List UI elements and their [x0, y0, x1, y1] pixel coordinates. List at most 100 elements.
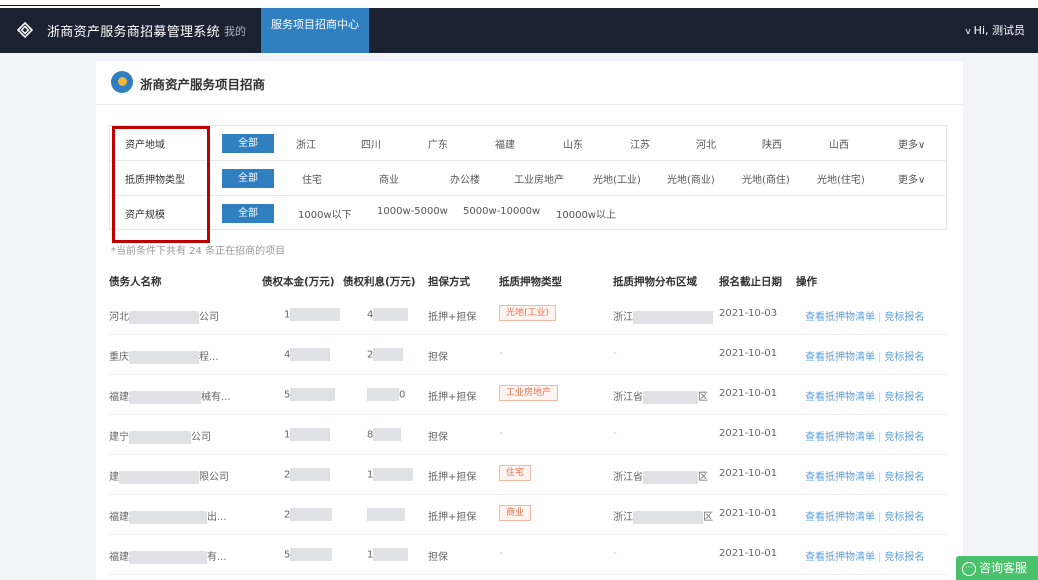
- filter-more-region[interactable]: 更多∨: [898, 136, 925, 151]
- filter-option[interactable]: 广东: [428, 136, 448, 151]
- table-row: 建限公司 2 1 抵押+担保 住宅 浙江省区 2021-10-01 查看抵押物清…: [109, 455, 947, 495]
- filter-option[interactable]: 光地(住宅): [817, 171, 865, 186]
- bid-signup-link[interactable]: 竞标报名: [884, 552, 924, 563]
- customer-service-label: 咨询客服: [979, 561, 1028, 575]
- principal: 1: [284, 428, 331, 441]
- collateral-type: -: [499, 428, 503, 439]
- debtor-name: 建宁 公司: [109, 430, 211, 444]
- region: 浙江区: [613, 510, 713, 524]
- region: -: [613, 548, 617, 559]
- interest: 0: [367, 388, 405, 401]
- filter-option[interactable]: 工业房地产: [514, 171, 564, 186]
- deadline: 2021-10-01: [719, 348, 778, 359]
- filter-row-collateral: 抵质押物类型 全部 住宅 商业 办公楼 工业房地产 光地(工业) 光地(商业) …: [110, 161, 946, 196]
- table-header-cell: 报名截止日期: [719, 276, 782, 288]
- view-collateral-link[interactable]: 查看抵押物清单: [805, 512, 875, 523]
- filter-collateral-all[interactable]: 全部: [222, 169, 274, 188]
- nav-service-center-label: 服务项目招商中心: [271, 18, 359, 31]
- bid-signup-link[interactable]: 竞标报名: [884, 472, 924, 483]
- view-collateral-link[interactable]: 查看抵押物清单: [805, 472, 875, 483]
- region: 浙江: [613, 308, 713, 324]
- bid-signup-link[interactable]: 竞标报名: [884, 312, 924, 323]
- debtor-name: 福建 出...: [109, 510, 227, 524]
- table-row: 福建 械有... 5 0 抵押+担保 工业房地产 浙江省区 2021-10-01 …: [109, 375, 947, 415]
- collateral-type: -: [499, 348, 503, 359]
- row-actions: 查看抵押物清单 | 竞标报名: [805, 472, 925, 483]
- collateral-type: -: [499, 548, 503, 559]
- table-header-cell: 抵质押物分布区域: [613, 276, 697, 288]
- filter-option[interactable]: 山东: [563, 136, 583, 151]
- filter-option[interactable]: 四川: [361, 136, 381, 151]
- row-actions: 查看抵押物清单 | 竞标报名: [805, 392, 925, 403]
- table-row: 建宁 公司 1 8 担保 - - 2021-10-01 查看抵押物清单 | 竞标报名: [109, 415, 947, 455]
- view-collateral-link[interactable]: 查看抵押物清单: [805, 352, 875, 363]
- table-row: 重庆 程... 4 2 担保 - - 2021-10-01 查看抵押物清单 | 竞标报…: [109, 335, 947, 375]
- highlight-annotation-box: [112, 126, 210, 243]
- user-greeting: Hi, 测试员: [973, 24, 1025, 37]
- region: 浙江省区: [613, 390, 708, 404]
- guarantee: 抵押+担保: [428, 392, 477, 403]
- filter-option[interactable]: 山西: [829, 136, 849, 151]
- filter-option[interactable]: 江苏: [630, 136, 650, 151]
- filter-option[interactable]: 光地(工业): [593, 171, 641, 186]
- table-header-cell: 债务人名称: [109, 276, 162, 288]
- filter-panel: 资产地域 全部 浙江 四川 广东 福建 山东 江苏 河北 陕西 山西 更多∨ 抵…: [109, 125, 947, 230]
- interest: 1: [367, 548, 409, 561]
- table-header-cell: 债权本金(万元): [262, 276, 335, 288]
- filter-option[interactable]: 1000w-5000w: [377, 206, 448, 217]
- view-collateral-link[interactable]: 查看抵押物清单: [805, 432, 875, 443]
- filter-option[interactable]: 住宅: [302, 171, 322, 186]
- interest: 2: [367, 348, 404, 361]
- principal: 2: [284, 468, 331, 481]
- customer-service-button[interactable]: ··· 咨询客服: [956, 556, 1038, 580]
- app-title: 浙商资产服务商招募管理系统: [47, 25, 220, 40]
- filter-option[interactable]: 10000w以上: [556, 206, 616, 221]
- user-menu[interactable]: v Hi, 测试员: [965, 22, 1025, 38]
- guarantee: 抵押+担保: [428, 512, 477, 523]
- guarantee: 担保: [428, 432, 448, 443]
- filter-option[interactable]: 福建: [495, 136, 515, 151]
- filter-row-region: 资产地域 全部 浙江 四川 广东 福建 山东 江苏 河北 陕西 山西 更多∨: [110, 126, 946, 161]
- principal: 5: [284, 548, 333, 561]
- nav-service-center[interactable]: 服务项目招商中心: [261, 8, 369, 53]
- filter-option[interactable]: 光地(商业): [667, 171, 715, 186]
- principal: 5: [284, 388, 336, 401]
- table-header-cell: 操作: [796, 276, 817, 288]
- filter-option[interactable]: 陕西: [762, 136, 782, 151]
- filter-option[interactable]: 商业: [379, 171, 399, 186]
- guarantee: 抵押+担保: [428, 312, 477, 323]
- deadline: 2021-10-03: [719, 308, 778, 319]
- filter-option[interactable]: 1000w以下: [298, 206, 352, 221]
- filter-more-collateral[interactable]: 更多∨: [898, 171, 925, 186]
- view-collateral-link[interactable]: 查看抵押物清单: [805, 312, 875, 323]
- filter-option[interactable]: 光地(商住): [742, 171, 790, 186]
- top-strip: [0, 0, 1038, 8]
- bid-signup-link[interactable]: 竞标报名: [884, 512, 924, 523]
- view-collateral-link[interactable]: 查看抵押物清单: [805, 552, 875, 563]
- bid-signup-link[interactable]: 竞标报名: [884, 432, 924, 443]
- view-collateral-link[interactable]: 查看抵押物清单: [805, 392, 875, 403]
- filter-scale-all[interactable]: 全部: [222, 204, 274, 223]
- chat-bubble-icon: ···: [962, 561, 976, 576]
- debtor-name: 河北 公司: [109, 310, 219, 324]
- deadline: 2021-10-01: [719, 548, 778, 559]
- bid-signup-link[interactable]: 竞标报名: [884, 352, 924, 363]
- nav-mine[interactable]: 我的: [224, 23, 246, 39]
- filter-option[interactable]: 浙江: [296, 136, 316, 151]
- interest: [367, 508, 405, 521]
- filter-region-all[interactable]: 全部: [222, 134, 274, 153]
- filter-option[interactable]: 河北: [696, 136, 716, 151]
- app-logo-icon: [17, 22, 33, 38]
- bid-signup-link[interactable]: 竞标报名: [884, 392, 924, 403]
- interest: 4: [367, 308, 409, 321]
- region: 浙江省区: [613, 470, 708, 484]
- filter-option[interactable]: 办公楼: [450, 171, 480, 186]
- principal: 1: [284, 308, 341, 321]
- collateral-tag: 工业房地产: [499, 385, 559, 401]
- main-card: 浙商资产服务项目招商 资产地域 全部 浙江 四川 广东 福建 山东 江苏 河北 …: [96, 61, 963, 580]
- result-count: *当前条件下共有 24 条正在招商的项目: [111, 246, 286, 257]
- principal: 2: [284, 508, 333, 521]
- debtor-name: 建限公司: [109, 470, 229, 484]
- top-underline: [0, 5, 160, 6]
- filter-option[interactable]: 5000w-10000w: [463, 206, 540, 217]
